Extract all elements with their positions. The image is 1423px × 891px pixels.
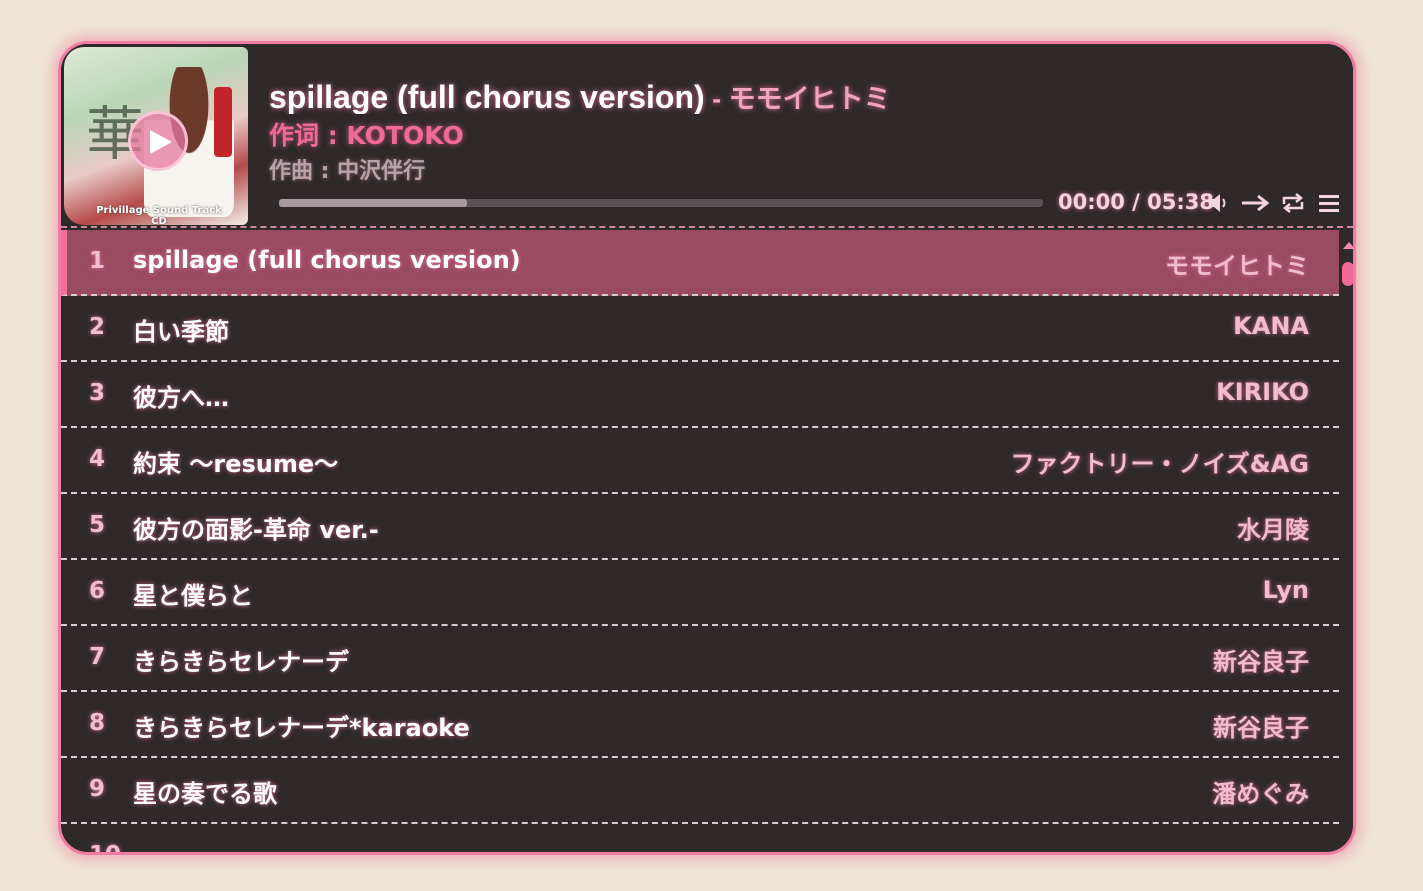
playlist-row[interactable]: 1 spillage (full chorus version) モモイヒトミ (61, 230, 1339, 296)
playlist: 1 spillage (full chorus version) モモイヒトミ … (61, 230, 1339, 855)
track-artist: Lyn (1262, 576, 1309, 604)
track-title: きらきらセレナーデ (133, 648, 349, 676)
track-number: 10 (89, 842, 122, 855)
track-title: spillage (full chorus version) (133, 246, 521, 274)
now-playing-artist: モモイヒトミ (728, 84, 891, 114)
track-number: 4 (89, 446, 106, 472)
playlist-row[interactable]: 5 彼方の面影-革命 ver.- 水月陵 (61, 494, 1339, 560)
track-artist: KANA (1233, 312, 1309, 340)
now-playing-title-line: spillage (full chorus version) - モモイヒトミ (269, 74, 1333, 114)
player-header: 華 Privillage Sound Track CD spillage (fu… (61, 44, 1353, 228)
track-number: 5 (89, 512, 106, 538)
playlist-row[interactable]: 6 星と僕らと Lyn (61, 560, 1339, 626)
playlist-row[interactable]: 8 きらきらセレナーデ*karaoke 新谷良子 (61, 692, 1339, 758)
track-number: 7 (89, 644, 106, 670)
track-number: 6 (89, 578, 106, 604)
progress-fill (279, 199, 467, 207)
cover-caption: Privillage Sound Track CD (96, 205, 222, 225)
track-artist: 潘めぐみ (1212, 780, 1309, 808)
play-button[interactable] (128, 111, 188, 171)
track-artist: 新谷良子 (1213, 714, 1309, 742)
composer-line: 作曲 : 中沢伴行 (269, 159, 426, 184)
playlist-row[interactable]: 2 白い季節 KANA (61, 296, 1339, 362)
track-artist: モモイヒトミ (1165, 252, 1309, 280)
track-artist: KIRIKO (1216, 378, 1309, 406)
track-artist: 新谷良子 (1213, 648, 1309, 676)
track-title: 約束 〜resume〜 (133, 450, 339, 478)
music-player: 華 Privillage Sound Track CD spillage (fu… (58, 41, 1356, 855)
track-title: 星と僕らと (133, 582, 253, 610)
time-display: 00:00 / 05:38 (1058, 190, 1214, 214)
progress-bar[interactable] (279, 199, 1043, 207)
track-number: 8 (89, 710, 106, 736)
album-cover: 華 Privillage Sound Track CD (64, 47, 248, 225)
order-icon[interactable] (1241, 192, 1270, 214)
track-number: 2 (89, 314, 106, 340)
track-artist: ファクトリー・ノイズ&AG (1010, 450, 1309, 478)
track-title: 白い季節 (133, 318, 229, 346)
track-number: 1 (89, 248, 106, 274)
cover-art-ribbon (214, 87, 232, 157)
track-number: 3 (89, 380, 106, 406)
playlist-row[interactable]: 10 (61, 824, 1339, 855)
title-separator: - (704, 84, 729, 114)
scroll-up-arrow-icon[interactable] (1343, 242, 1353, 249)
track-number: 9 (89, 776, 106, 802)
track-title: きらきらセレナーデ*karaoke (133, 714, 470, 742)
play-icon (150, 130, 172, 154)
track-title: 星の奏でる歌 (133, 780, 277, 808)
lyricist-line: 作词 : KOTOKO (269, 121, 464, 150)
track-info: spillage (full chorus version) - モモイヒトミ … (269, 74, 1333, 185)
playlist-row[interactable]: 9 星の奏でる歌 潘めぐみ (61, 758, 1339, 824)
loop-icon[interactable] (1280, 192, 1306, 214)
track-title: 彼方の面影-革命 ver.- (133, 516, 379, 544)
menu-icon[interactable] (1317, 192, 1343, 214)
now-playing-title: spillage (full chorus version) (269, 79, 705, 114)
scroll-thumb[interactable] (1342, 262, 1353, 286)
playlist-row[interactable]: 3 彼方へ… KIRIKO (61, 362, 1339, 428)
playlist-scrollbar[interactable] (1341, 242, 1353, 852)
track-artist: 水月陵 (1237, 516, 1309, 544)
track-title: 彼方へ… (133, 384, 229, 412)
playlist-row[interactable]: 7 きらきらセレナーデ 新谷良子 (61, 626, 1339, 692)
playlist-row[interactable]: 4 約束 〜resume〜 ファクトリー・ノイズ&AG (61, 428, 1339, 494)
volume-icon[interactable] (1207, 192, 1233, 214)
